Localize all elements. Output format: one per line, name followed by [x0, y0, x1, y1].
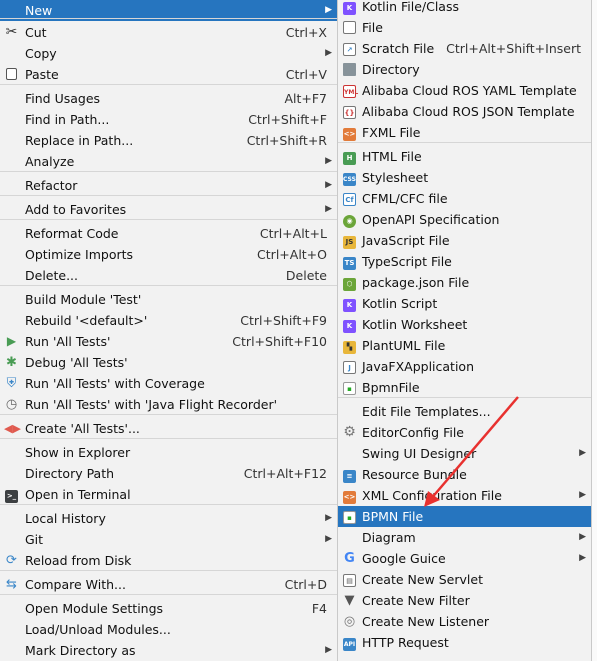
- annotation-arrow: [424, 396, 519, 507]
